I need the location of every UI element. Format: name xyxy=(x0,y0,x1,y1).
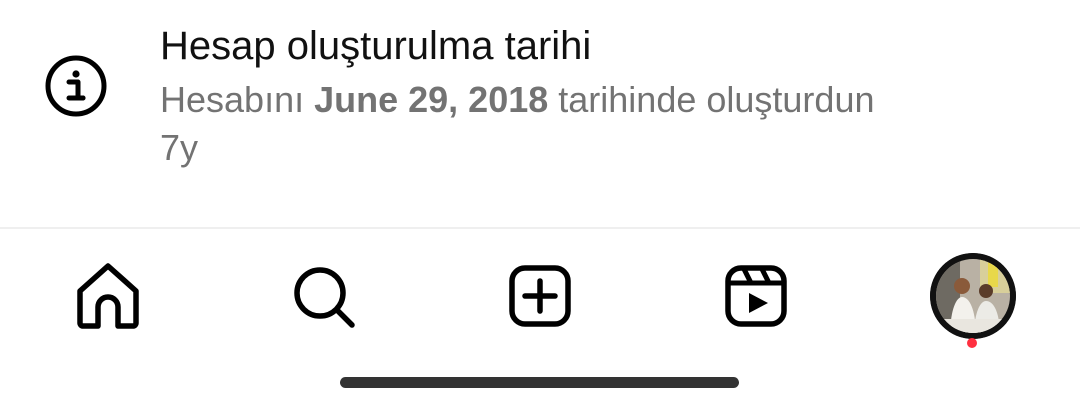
description-suffix: tarihinde oluşturdun xyxy=(548,79,875,120)
nav-search-button[interactable] xyxy=(284,257,364,337)
bottom-nav-bar xyxy=(0,229,1080,364)
nav-create-button[interactable] xyxy=(500,257,580,337)
home-indicator[interactable] xyxy=(340,377,739,388)
info-icon xyxy=(44,54,108,118)
info-description: Hesabını June 29, 2018 tarihinde oluştur… xyxy=(160,78,874,122)
created-date: June 29, 2018 xyxy=(314,79,549,120)
info-title: Hesap oluşturulma tarihi xyxy=(160,24,592,68)
reels-icon xyxy=(716,257,796,337)
search-icon xyxy=(284,257,364,337)
account-created-row: Hesap oluşturulma tarihi Hesabını June 2… xyxy=(0,0,1080,228)
avatar xyxy=(930,253,1016,339)
nav-home-button[interactable] xyxy=(68,257,148,337)
nav-profile-button[interactable] xyxy=(930,253,1016,339)
home-icon xyxy=(68,257,148,337)
nav-reels-button[interactable] xyxy=(716,257,796,337)
description-prefix: Hesabını xyxy=(160,79,315,120)
account-age: 7y xyxy=(160,127,199,168)
profile-notification-dot xyxy=(967,338,977,348)
plus-square-icon xyxy=(500,257,580,337)
